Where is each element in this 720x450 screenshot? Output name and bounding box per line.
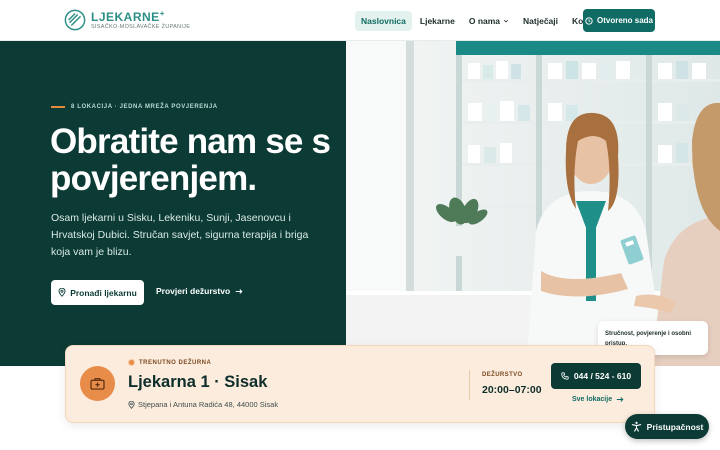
pharmacist-photo (346, 41, 720, 366)
site-header: LJEKARNE+ SISAČKO-MOSLAVAČKE ŽUPANIJE Na… (0, 0, 720, 41)
map-pin-icon (58, 288, 66, 297)
find-pharmacy-label: Pronađi ljekarnu (70, 287, 137, 298)
all-locations-link[interactable]: Sve lokacije (572, 396, 624, 403)
duty-hours: 20:00–07:00 (482, 384, 542, 396)
hero-title: Obratite nam se s povjerenjem. (50, 122, 331, 198)
phone-icon (561, 372, 569, 380)
duty-tag-label: TRENUTNO DEŽURNA (139, 359, 212, 366)
all-locations-label: Sve lokacije (572, 396, 613, 403)
nav-item-natjecaji[interactable]: Natječaji (517, 11, 564, 31)
eyebrow-text: 8 LOKACIJA · JEDNA MREŽA POVJERENJA (71, 104, 218, 110)
logo[interactable]: LJEKARNE+ SISAČKO-MOSLAVAČKE ŽUPANIJE (64, 9, 190, 31)
duty-address-text: Stjepana i Antuna Radića 48, 44000 Sisak (138, 400, 279, 409)
open-now-button[interactable]: Otvoreno sada (583, 9, 655, 32)
arrow-right-icon (235, 288, 243, 294)
nav-item-naslovnica[interactable]: Naslovnica (355, 11, 412, 31)
check-duty-label: Provjeri dežurstvo (156, 286, 231, 296)
hero-panel (0, 41, 346, 366)
duty-address: Stjepana i Antuna Radića 48, 44000 Sisak (128, 400, 278, 409)
divider (469, 370, 470, 400)
duty-tag: TRENUTNO DEŽURNA (128, 359, 211, 366)
accessibility-button[interactable]: Pristupačnost (625, 414, 709, 439)
duty-pharmacy-card: TRENUTNO DEŽURNA Ljekarna 1 · Sisak Stje… (65, 345, 655, 423)
clock-icon (585, 16, 593, 25)
arrow-right-icon (616, 397, 624, 402)
nav-item-ljekarne[interactable]: Ljekarne (414, 11, 461, 31)
hero-eyebrow: 8 LOKACIJA · JEDNA MREŽA POVJERENJA (51, 104, 218, 110)
nav-item-o-nama[interactable]: O nama (463, 11, 515, 31)
nav-item-label: O nama (468, 16, 501, 26)
hero-description: Osam ljekarni u Sisku, Lekeniku, Sunji, … (51, 212, 309, 258)
pharmacy-bag-icon (80, 366, 115, 401)
check-duty-link[interactable]: Provjeri dežurstvo (156, 286, 243, 296)
accessibility-label: Pristupačnost (646, 421, 704, 432)
phone-number: 044 / 524 - 610 (573, 371, 632, 381)
duty-hours-label: DEŽURSTVO (482, 372, 523, 378)
duty-pharmacy-name: Ljekarna 1 · Sisak (128, 373, 268, 391)
logo-icon (64, 9, 86, 31)
logo-subtitle: SISAČKO-MOSLAVAČKE ŽUPANIJE (91, 23, 191, 30)
eyebrow-line (51, 106, 65, 108)
call-phone-button[interactable]: 044 / 524 - 610 (551, 363, 641, 389)
chevron-down-icon (503, 19, 509, 23)
hero-photo (346, 41, 720, 366)
logo-name: LJEKARNE (91, 9, 160, 24)
accessibility-icon (631, 421, 641, 432)
logo-plus: + (159, 8, 165, 18)
map-pin-icon (128, 400, 135, 409)
open-now-label: Otvoreno sada (596, 16, 653, 25)
status-dot-icon (128, 359, 135, 366)
main-nav: Naslovnica Ljekarne O nama Natječaji Kon… (355, 11, 612, 31)
find-pharmacy-button[interactable]: Pronađi ljekarnu (51, 280, 144, 305)
